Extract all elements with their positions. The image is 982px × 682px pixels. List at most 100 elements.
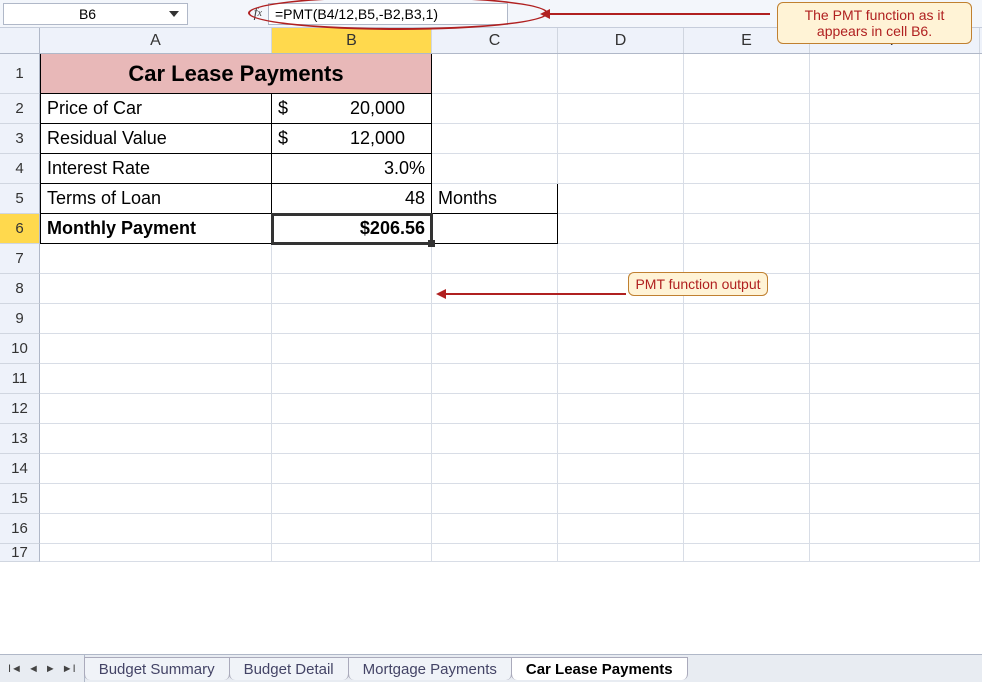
cell-B14[interactable] — [272, 454, 432, 484]
cell-A17[interactable] — [40, 544, 272, 562]
cell-A10[interactable] — [40, 334, 272, 364]
cell-F7[interactable] — [810, 244, 980, 274]
cell-C9[interactable] — [432, 304, 558, 334]
col-header-A[interactable]: A — [40, 28, 272, 53]
row-header-17[interactable]: 17 — [0, 544, 40, 562]
cell-E16[interactable] — [684, 514, 810, 544]
tab-budget-summary[interactable]: Budget Summary — [84, 657, 230, 680]
cell-D4[interactable] — [558, 154, 684, 184]
fx-button[interactable]: fx — [188, 3, 268, 25]
cell-F13[interactable] — [810, 424, 980, 454]
nav-next-icon[interactable]: ► — [45, 663, 56, 675]
cell-D3[interactable] — [558, 124, 684, 154]
row-header-15[interactable]: 15 — [0, 484, 40, 514]
cell-D13[interactable] — [558, 424, 684, 454]
cell-F17[interactable] — [810, 544, 980, 562]
cell-C3[interactable] — [432, 124, 558, 154]
row-header-12[interactable]: 12 — [0, 394, 40, 424]
row-header-6[interactable]: 6 — [0, 214, 40, 244]
cell-A8[interactable] — [40, 274, 272, 304]
cell-F2[interactable] — [810, 94, 980, 124]
cell-B17[interactable] — [272, 544, 432, 562]
cell-F11[interactable] — [810, 364, 980, 394]
row-header-11[interactable]: 11 — [0, 364, 40, 394]
cell-B8[interactable] — [272, 274, 432, 304]
cell-E17[interactable] — [684, 544, 810, 562]
cell-D12[interactable] — [558, 394, 684, 424]
cell-B5[interactable]: 48 — [272, 184, 432, 214]
col-header-D[interactable]: D — [558, 28, 684, 53]
cell-C17[interactable] — [432, 544, 558, 562]
cell-A6[interactable]: Monthly Payment — [40, 214, 272, 244]
cell-A15[interactable] — [40, 484, 272, 514]
cell-B12[interactable] — [272, 394, 432, 424]
chevron-down-icon[interactable] — [169, 11, 179, 17]
cell-B6-selected[interactable]: $206.56 — [272, 214, 432, 244]
cell-F16[interactable] — [810, 514, 980, 544]
cell-E10[interactable] — [684, 334, 810, 364]
cell-C12[interactable] — [432, 394, 558, 424]
row-header-9[interactable]: 9 — [0, 304, 40, 334]
cell-C4[interactable] — [432, 154, 558, 184]
cell-A3[interactable]: Residual Value — [40, 124, 272, 154]
col-header-C[interactable]: C — [432, 28, 558, 53]
cell-C13[interactable] — [432, 424, 558, 454]
cell-B11[interactable] — [272, 364, 432, 394]
cell-E7[interactable] — [684, 244, 810, 274]
cell-D2[interactable] — [558, 94, 684, 124]
cell-B15[interactable] — [272, 484, 432, 514]
tab-car-lease-payments[interactable]: Car Lease Payments — [511, 657, 688, 680]
cell-F1[interactable] — [810, 54, 980, 94]
row-header-10[interactable]: 10 — [0, 334, 40, 364]
cell-A5[interactable]: Terms of Loan — [40, 184, 272, 214]
cell-A14[interactable] — [40, 454, 272, 484]
row-header-14[interactable]: 14 — [0, 454, 40, 484]
cell-D16[interactable] — [558, 514, 684, 544]
cell-B13[interactable] — [272, 424, 432, 454]
cell-C6[interactable] — [432, 214, 558, 244]
cell-F8[interactable] — [810, 274, 980, 304]
cell-A12[interactable] — [40, 394, 272, 424]
cell-D9[interactable] — [558, 304, 684, 334]
row-header-5[interactable]: 5 — [0, 184, 40, 214]
cell-F10[interactable] — [810, 334, 980, 364]
cell-A4[interactable]: Interest Rate — [40, 154, 272, 184]
cell-E3[interactable] — [684, 124, 810, 154]
cell-B3[interactable]: $12,000 — [272, 124, 432, 154]
cell-C8[interactable] — [432, 274, 558, 304]
cell-E12[interactable] — [684, 394, 810, 424]
cell-E2[interactable] — [684, 94, 810, 124]
formula-input[interactable]: =PMT(B4/12,B5,-B2,B3,1) — [268, 3, 508, 25]
cell-E1[interactable] — [684, 54, 810, 94]
cell-F12[interactable] — [810, 394, 980, 424]
nav-last-icon[interactable]: ►I — [62, 663, 76, 675]
name-box[interactable]: B6 — [3, 3, 188, 25]
cell-F3[interactable] — [810, 124, 980, 154]
tab-budget-detail[interactable]: Budget Detail — [229, 657, 349, 680]
cell-E9[interactable] — [684, 304, 810, 334]
cell-A13[interactable] — [40, 424, 272, 454]
nav-first-icon[interactable]: I◄ — [8, 663, 22, 675]
cell-C10[interactable] — [432, 334, 558, 364]
col-header-B[interactable]: B — [272, 28, 432, 53]
cell-A9[interactable] — [40, 304, 272, 334]
row-header-8[interactable]: 8 — [0, 274, 40, 304]
cell-B7[interactable] — [272, 244, 432, 274]
cell-D11[interactable] — [558, 364, 684, 394]
row-header-1[interactable]: 1 — [0, 54, 40, 94]
cell-D5[interactable] — [558, 184, 684, 214]
cell-D6[interactable] — [558, 214, 684, 244]
cell-B9[interactable] — [272, 304, 432, 334]
cell-B2[interactable]: $20,000 — [272, 94, 432, 124]
cell-A16[interactable] — [40, 514, 272, 544]
cell-F14[interactable] — [810, 454, 980, 484]
cell-E6[interactable] — [684, 214, 810, 244]
cell-E4[interactable] — [684, 154, 810, 184]
cell-D15[interactable] — [558, 484, 684, 514]
cell-C7[interactable] — [432, 244, 558, 274]
cell-E11[interactable] — [684, 364, 810, 394]
cell-F6[interactable] — [810, 214, 980, 244]
cell-E15[interactable] — [684, 484, 810, 514]
cell-F4[interactable] — [810, 154, 980, 184]
cell-D10[interactable] — [558, 334, 684, 364]
